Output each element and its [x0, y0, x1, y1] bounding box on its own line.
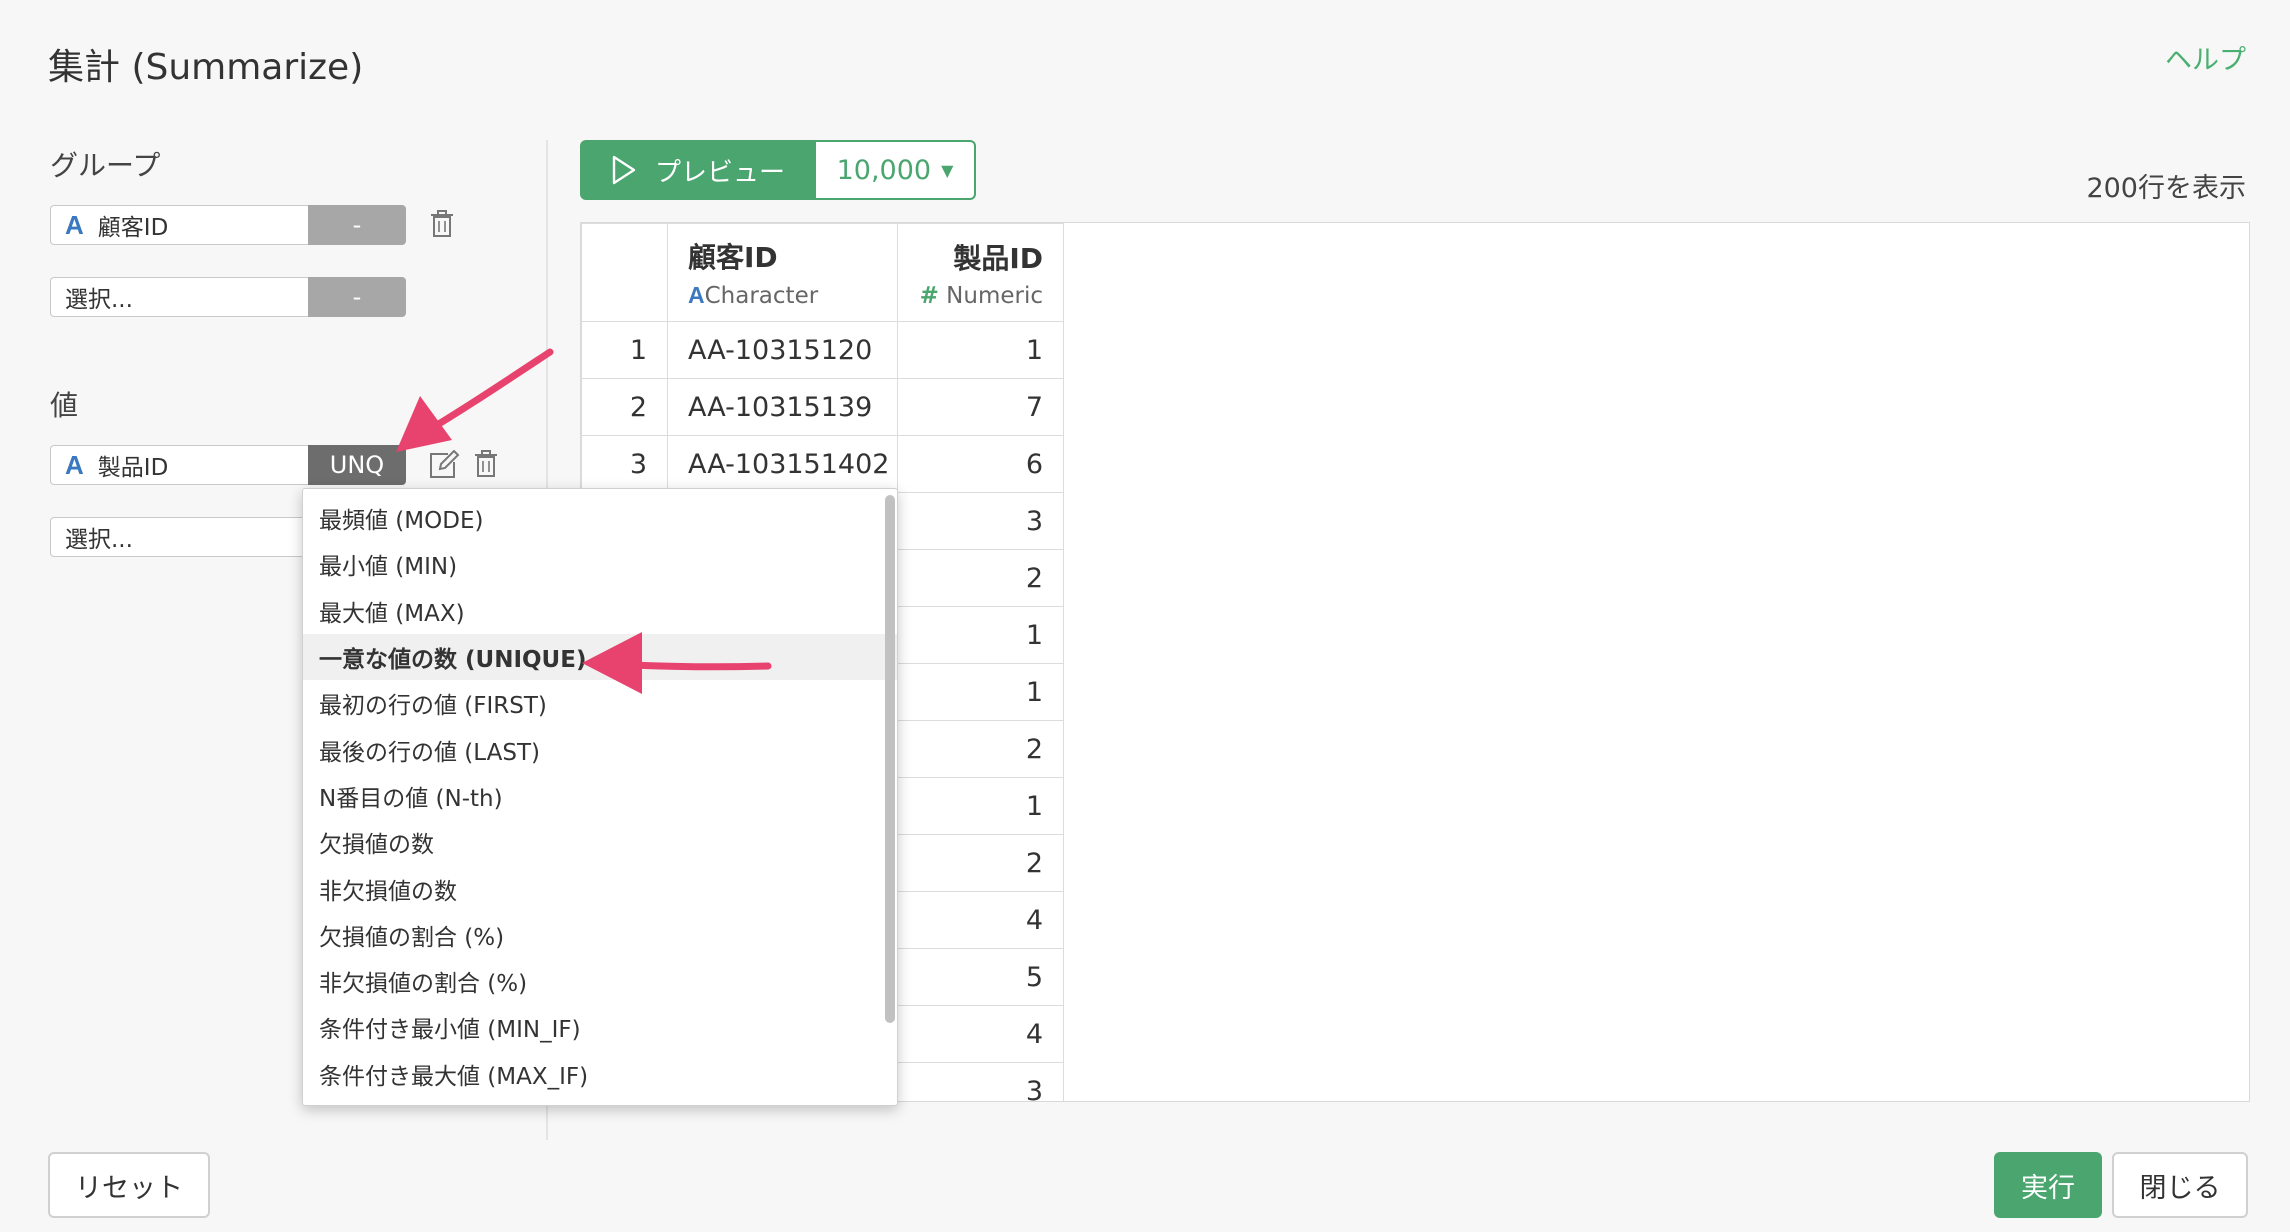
dropdown-item[interactable]: 条件付き最小値 (MIN_IF)	[303, 1004, 897, 1050]
value-column-name: 製品ID	[97, 455, 169, 481]
preview-button[interactable]: プレビュー	[580, 140, 816, 200]
aggregation-dropdown-menu: 最頻値 (MODE) 最小値 (MIN) 最大値 (MAX) 一意な値の数 (UNIQ…	[302, 488, 898, 1106]
dropdown-item[interactable]: 条件付き最大値 (MAX_IF)	[303, 1051, 897, 1097]
column-header-product-id[interactable]: 製品ID # Numeric	[897, 223, 1064, 322]
scrollbar[interactable]	[885, 495, 895, 1023]
dropdown-item[interactable]: 最後の行の値 (LAST)	[303, 726, 897, 772]
cell-product-id: 2	[897, 549, 1064, 607]
run-button[interactable]: 実行	[1994, 1152, 2102, 1218]
group-field: A 顧客ID -	[50, 205, 408, 247]
row-index: 3	[581, 435, 668, 493]
group-section-label: グループ	[50, 149, 161, 182]
table-row: 1 AA-10315120 1	[581, 321, 1064, 379]
cell-product-id: 6	[897, 435, 1064, 493]
cell-product-id: 1	[897, 606, 1064, 664]
row-index: 2	[581, 378, 668, 436]
table-header-row: 顧客ID ACharacter 製品ID # Numeric	[581, 223, 1064, 322]
rows-info: 200行を表示	[2086, 173, 2246, 204]
cell-product-id: 4	[897, 1005, 1064, 1063]
dropdown-item[interactable]: 欠損値の数	[303, 819, 897, 865]
aggregation-function-button[interactable]: UNQ	[308, 445, 406, 485]
table-row: 3 AA-103151402 6	[581, 435, 1064, 493]
group-field-empty: 選択... -	[50, 277, 408, 319]
reset-button[interactable]: リセット	[48, 1152, 210, 1218]
cell-product-id: 1	[897, 663, 1064, 721]
cell-product-id: 7	[897, 378, 1064, 436]
dropdown-item[interactable]: N番目の値 (N-th)	[303, 773, 897, 819]
column-type: Numeric	[946, 282, 1043, 309]
group-option-button[interactable]: -	[308, 205, 406, 245]
dropdown-item[interactable]: 欠損値の割合 (%)	[303, 912, 897, 958]
dialog-title: 集計 (Summarize)	[48, 47, 364, 88]
preview-label: プレビュー	[654, 157, 785, 188]
character-type-icon: A	[65, 449, 84, 480]
character-type-icon: A	[65, 209, 84, 240]
column-type: Character	[704, 283, 819, 309]
cell-product-id: 3	[897, 1062, 1064, 1101]
cell-product-id: 3	[897, 492, 1064, 550]
preview-controls: プレビュー 10,000 ▼	[580, 140, 976, 200]
edit-icon[interactable]	[428, 449, 460, 484]
group-column-select[interactable]: A 顧客ID	[50, 205, 308, 245]
dropdown-item[interactable]: 最小値 (MIN)	[303, 541, 897, 587]
character-type-icon: A	[688, 282, 705, 308]
dropdown-item[interactable]: 最大値 (MAX)	[303, 588, 897, 634]
row-index-header	[581, 223, 668, 322]
group-select-placeholder[interactable]: 選択...	[50, 277, 308, 317]
dropdown-item[interactable]: 非欠損値の数	[303, 865, 897, 911]
dropdown-item[interactable]: 最初の行の値 (FIRST)	[303, 680, 897, 726]
row-index: 1	[581, 321, 668, 379]
table-row: 2 AA-10315139 7	[581, 378, 1064, 436]
cell-product-id: 2	[897, 720, 1064, 778]
cell-customer-id: AA-10315120	[667, 321, 898, 379]
cell-product-id: 2	[897, 834, 1064, 892]
cell-product-id: 5	[897, 948, 1064, 1006]
value-column-select[interactable]: A 製品ID	[50, 445, 308, 485]
column-name: 製品ID	[953, 241, 1043, 275]
play-icon	[612, 155, 636, 185]
trash-icon[interactable]	[430, 210, 454, 238]
cell-customer-id: AA-103151402	[667, 435, 898, 493]
arrow-to-unq-button	[396, 348, 554, 452]
cell-product-id: 1	[897, 777, 1064, 835]
group-option-button-2[interactable]: -	[308, 277, 406, 317]
dropdown-item[interactable]: 一意な値の数 (UNIQUE)	[303, 633, 897, 681]
caret-down-icon: ▼	[941, 160, 954, 180]
help-link[interactable]: ヘルプ	[2165, 38, 2246, 77]
cell-customer-id: AA-10315139	[667, 378, 898, 436]
cell-product-id: 1	[897, 321, 1064, 379]
row-count-value: 10,000	[836, 154, 932, 186]
column-name: 顧客ID	[688, 241, 778, 274]
close-button[interactable]: 閉じる	[2112, 1152, 2248, 1218]
group-column-name: 顧客ID	[97, 215, 169, 241]
value-field: A 製品ID UNQ	[50, 445, 408, 487]
row-count-dropdown[interactable]: 10,000 ▼	[816, 140, 976, 200]
dropdown-item[interactable]: 最頻値 (MODE)	[303, 495, 897, 541]
value-section-label: 値	[50, 389, 79, 422]
cell-product-id: 4	[897, 891, 1064, 949]
numeric-type-icon: #	[919, 282, 939, 309]
column-header-customer-id[interactable]: 顧客ID ACharacter	[667, 223, 898, 322]
dropdown-item[interactable]: 非欠損値の割合 (%)	[303, 958, 897, 1004]
trash-icon[interactable]	[474, 450, 498, 478]
